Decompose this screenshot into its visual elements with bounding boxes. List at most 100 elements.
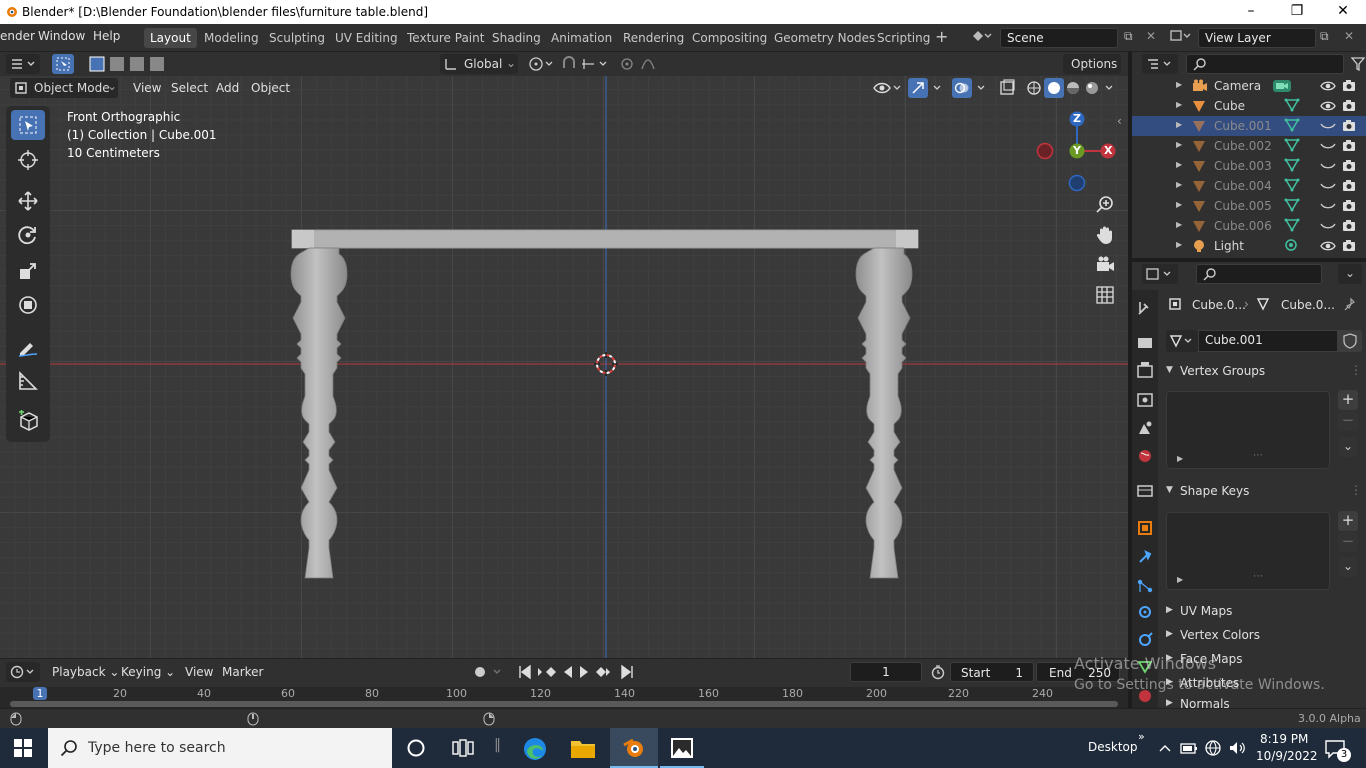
shape-keys-list[interactable]: ▶ ⋯ bbox=[1166, 512, 1330, 590]
mode-dropdown[interactable]: Object Mode ⌄ bbox=[10, 78, 118, 98]
sidebar-toggle-icon[interactable]: ‹ bbox=[1117, 114, 1122, 128]
gizmo-x-label[interactable]: X bbox=[1104, 144, 1112, 157]
drag-handle-icon[interactable]: ⋮⋮ bbox=[1350, 483, 1366, 497]
expand-arrow-icon[interactable]: ▶ bbox=[1176, 120, 1182, 129]
mesh-browse-icon[interactable] bbox=[1166, 330, 1198, 352]
outliner-row[interactable]: ▶ Cube.005 bbox=[1132, 196, 1366, 216]
add-workspace-icon[interactable]: + bbox=[935, 27, 948, 46]
render-camera-icon[interactable] bbox=[1342, 239, 1356, 256]
view-layer-field[interactable]: View Layer bbox=[1198, 28, 1316, 48]
visibility-eye-icon[interactable] bbox=[1320, 240, 1336, 255]
properties-search-field[interactable] bbox=[1196, 264, 1322, 284]
timeline-ruler[interactable]: 1 20 40 60 80 100 120 140 160 180 200 220 240 bbox=[0, 687, 1128, 709]
visibility-eye-icon[interactable] bbox=[1320, 140, 1336, 155]
mesh-data-icon[interactable] bbox=[1284, 98, 1300, 115]
start-frame-field[interactable]: Start 1 bbox=[950, 662, 1034, 682]
camera-view-icon[interactable] bbox=[1094, 254, 1116, 276]
list-expand-icon[interactable]: ▶ bbox=[1177, 575, 1183, 584]
pivot-point-icon[interactable] bbox=[524, 54, 558, 74]
render-camera-icon[interactable] bbox=[1342, 179, 1356, 196]
render-camera-icon[interactable] bbox=[1342, 219, 1356, 236]
tab-layout[interactable]: Layout bbox=[144, 28, 197, 48]
tab-sculpting[interactable]: Sculpting bbox=[263, 28, 331, 48]
normals-panel-header[interactable]: ▶ Normals bbox=[1158, 696, 1366, 708]
breadcrumb-object[interactable]: Cube.0... bbox=[1192, 298, 1246, 312]
timeline-view-menu[interactable]: View bbox=[180, 662, 218, 682]
tab-compositing[interactable]: Compositing bbox=[686, 28, 773, 48]
gizmo-y-label[interactable]: Y bbox=[1073, 144, 1081, 157]
tab-uv-editing[interactable]: UV Editing bbox=[329, 28, 404, 48]
photos-taskbar-button[interactable] bbox=[660, 728, 704, 768]
toolbar-expand-icon[interactable]: » bbox=[1138, 730, 1145, 743]
shading-mode-icons[interactable] bbox=[1024, 78, 1124, 98]
minimize-button[interactable]: – bbox=[1228, 0, 1274, 24]
list-resize-handle-icon[interactable]: ⋯ bbox=[1253, 571, 1263, 582]
expand-arrow-icon[interactable]: ▶ bbox=[1176, 240, 1182, 249]
taskbar-search-box[interactable]: Type here to search bbox=[48, 728, 392, 768]
mesh-data-icon[interactable] bbox=[1284, 158, 1300, 175]
filter-icon[interactable] bbox=[1350, 54, 1366, 74]
maximize-button[interactable]: ❐ bbox=[1274, 0, 1320, 24]
clock-date[interactable]: 10/9/2022 bbox=[1256, 749, 1318, 763]
mesh-data-icon[interactable] bbox=[1284, 198, 1300, 215]
vertex-colors-panel-header[interactable]: ▶ Vertex Colors bbox=[1158, 624, 1366, 648]
selection-mode-icons[interactable] bbox=[88, 54, 168, 74]
move-tool[interactable] bbox=[11, 186, 45, 216]
mesh-data-icon[interactable] bbox=[1284, 218, 1300, 235]
outliner-row[interactable]: ▶ Cube.006 bbox=[1132, 216, 1366, 236]
expand-arrow-icon[interactable]: ▶ bbox=[1176, 140, 1182, 149]
menu-object[interactable]: Object bbox=[246, 78, 295, 98]
add-vertex-group-button[interactable]: + bbox=[1338, 390, 1358, 410]
breadcrumb-mesh[interactable]: Cube.0... bbox=[1281, 298, 1335, 312]
outliner-row[interactable]: ▶ Cube bbox=[1132, 96, 1366, 116]
snap-icon[interactable] bbox=[560, 54, 612, 74]
tab-shading[interactable]: Shading bbox=[486, 28, 547, 48]
overlays-toggle-icon[interactable] bbox=[952, 78, 992, 98]
outliner-row[interactable]: ▶ Light bbox=[1132, 236, 1366, 256]
light-data-icon[interactable] bbox=[1284, 238, 1298, 255]
list-expand-icon[interactable]: ▶ bbox=[1177, 454, 1183, 463]
expand-arrow-icon[interactable]: ▶ bbox=[1176, 220, 1182, 229]
timeline-editor-type-icon[interactable] bbox=[6, 662, 40, 682]
tab-modeling[interactable]: Modeling bbox=[198, 28, 265, 48]
render-camera-icon[interactable] bbox=[1342, 199, 1356, 216]
transform-orientation-dropdown[interactable]: Global ⌄ bbox=[440, 54, 518, 74]
properties-tab-icons[interactable] bbox=[1132, 290, 1158, 708]
visibility-eye-icon[interactable] bbox=[1320, 180, 1336, 195]
visibility-eye-icon[interactable] bbox=[1320, 80, 1336, 95]
rotate-tool[interactable] bbox=[11, 220, 45, 250]
stopwatch-icon[interactable] bbox=[930, 664, 946, 680]
outliner-editor-type-icon[interactable] bbox=[1142, 54, 1178, 74]
show-hidden-icons-icon[interactable] bbox=[1158, 741, 1172, 755]
remove-vertex-group-button[interactable]: − bbox=[1338, 411, 1358, 431]
shape-key-specials-icon[interactable]: ⌄ bbox=[1338, 557, 1358, 577]
volume-icon[interactable] bbox=[1228, 740, 1246, 756]
vertex-groups-panel-header[interactable]: ▼ Vertex Groups ⋮⋮ bbox=[1158, 360, 1366, 384]
pan-hand-icon[interactable] bbox=[1094, 224, 1116, 246]
tab-geometry-nodes[interactable]: Geometry Nodes bbox=[768, 28, 881, 48]
outliner-row[interactable]: ▶ Camera bbox=[1132, 76, 1366, 96]
xray-toggle-icon[interactable] bbox=[998, 78, 1018, 98]
vertex-group-specials-icon[interactable]: ⌄ bbox=[1338, 437, 1358, 457]
uv-maps-panel-header[interactable]: ▶ UV Maps bbox=[1158, 600, 1366, 624]
options-dropdown[interactable]: Options bbox=[1063, 54, 1121, 74]
visibility-eye-icon[interactable] bbox=[1320, 160, 1336, 175]
current-frame-indicator[interactable]: 1 bbox=[33, 687, 47, 700]
edge-browser-icon[interactable] bbox=[522, 736, 548, 762]
render-camera-icon[interactable] bbox=[1342, 159, 1356, 176]
remove-shape-key-button[interactable]: − bbox=[1338, 532, 1358, 552]
mesh-data-icon[interactable] bbox=[1284, 178, 1300, 195]
editor-type-icon[interactable] bbox=[6, 54, 40, 74]
render-camera-icon[interactable] bbox=[1342, 79, 1356, 96]
desktop-toolbar-label[interactable]: Desktop bbox=[1088, 740, 1138, 754]
proportional-editing-icon[interactable] bbox=[618, 54, 670, 74]
drag-handle-icon[interactable]: ⋮⋮ bbox=[1350, 363, 1366, 377]
gizmo-z-label[interactable]: Z bbox=[1073, 112, 1081, 125]
battery-icon[interactable] bbox=[1180, 740, 1198, 756]
camera-data-icon[interactable] bbox=[1272, 78, 1292, 97]
zoom-icon[interactable] bbox=[1094, 194, 1116, 216]
windows-start-icon[interactable] bbox=[14, 739, 32, 757]
cortana-icon[interactable] bbox=[406, 738, 426, 758]
playback-controls[interactable] bbox=[514, 662, 638, 682]
annotate-tool[interactable] bbox=[11, 332, 45, 362]
